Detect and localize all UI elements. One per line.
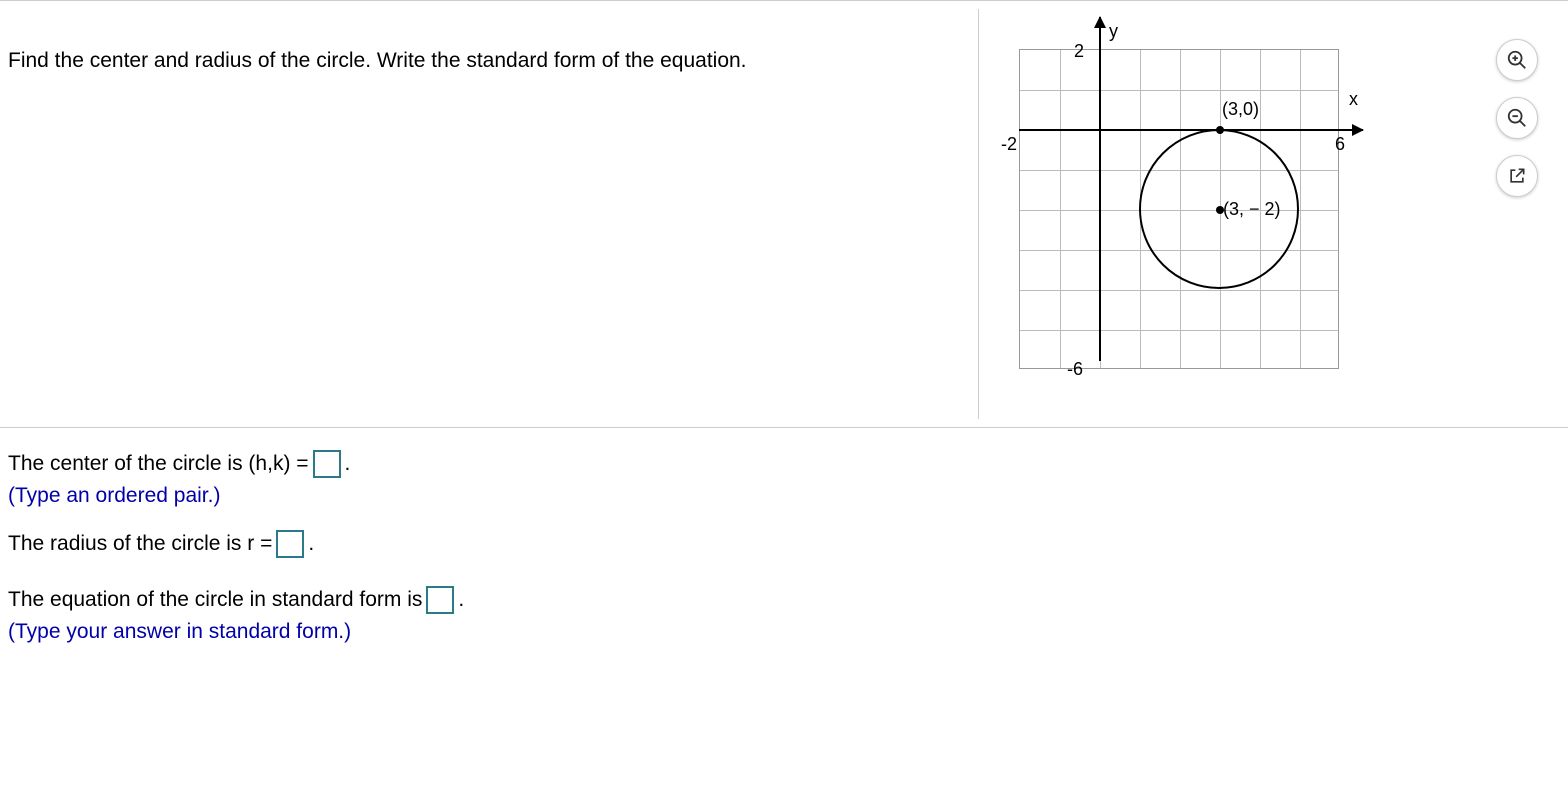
problem-panel: Find the center and radius of the circle… [0, 0, 1568, 428]
point-label-top: (3,0) [1222, 99, 1259, 120]
equation-answer-line: The equation of the circle in standard f… [8, 586, 1560, 614]
zoom-in-button[interactable] [1496, 39, 1538, 81]
radius-label: The radius of the circle is r = [8, 532, 272, 556]
equation-hint: (Type your answer in standard form.) [8, 620, 1560, 644]
period: . [458, 588, 464, 612]
y-tick-bottom: -6 [1067, 359, 1083, 380]
y-tick-top: 2 [1074, 41, 1084, 62]
zoom-out-button[interactable] [1496, 97, 1538, 139]
center-hint: (Type an ordered pair.) [8, 484, 1560, 508]
equation-label: The equation of the circle in standard f… [8, 588, 422, 612]
equation-input[interactable] [426, 586, 454, 614]
x-tick-left: -2 [1001, 134, 1017, 155]
zoom-in-icon [1506, 49, 1528, 71]
graph-container: y 2 -6 -2 6 (3,0) (3, − 2) [1009, 29, 1349, 389]
popout-icon [1507, 166, 1527, 186]
graph-pane: y 2 -6 -2 6 (3,0) (3, − 2) x [978, 9, 1568, 419]
x-tick-right: 6 [1335, 134, 1345, 155]
popout-button[interactable] [1496, 155, 1538, 197]
y-axis-label: y [1109, 21, 1118, 42]
graph-toolbar [1496, 39, 1538, 197]
zoom-out-icon [1506, 107, 1528, 129]
period: . [308, 532, 314, 556]
problem-text: Find the center and radius of the circle… [8, 9, 978, 419]
center-input[interactable] [313, 450, 341, 478]
center-label: The center of the circle is (h,k) = [8, 452, 309, 476]
center-answer-line: The center of the circle is (h,k) = . [8, 450, 1560, 478]
problem-prompt: Find the center and radius of the circle… [8, 49, 747, 72]
point-label-center: (3, − 2) [1223, 199, 1281, 220]
y-axis [1099, 17, 1101, 361]
x-axis [1019, 129, 1363, 131]
radius-answer-line: The radius of the circle is r = . [8, 530, 1560, 558]
answer-section: The center of the circle is (h,k) = . (T… [0, 428, 1568, 696]
radius-input[interactable] [276, 530, 304, 558]
period: . [345, 452, 351, 476]
x-axis-label: x [1349, 89, 1358, 110]
point-on-circle [1216, 126, 1224, 134]
